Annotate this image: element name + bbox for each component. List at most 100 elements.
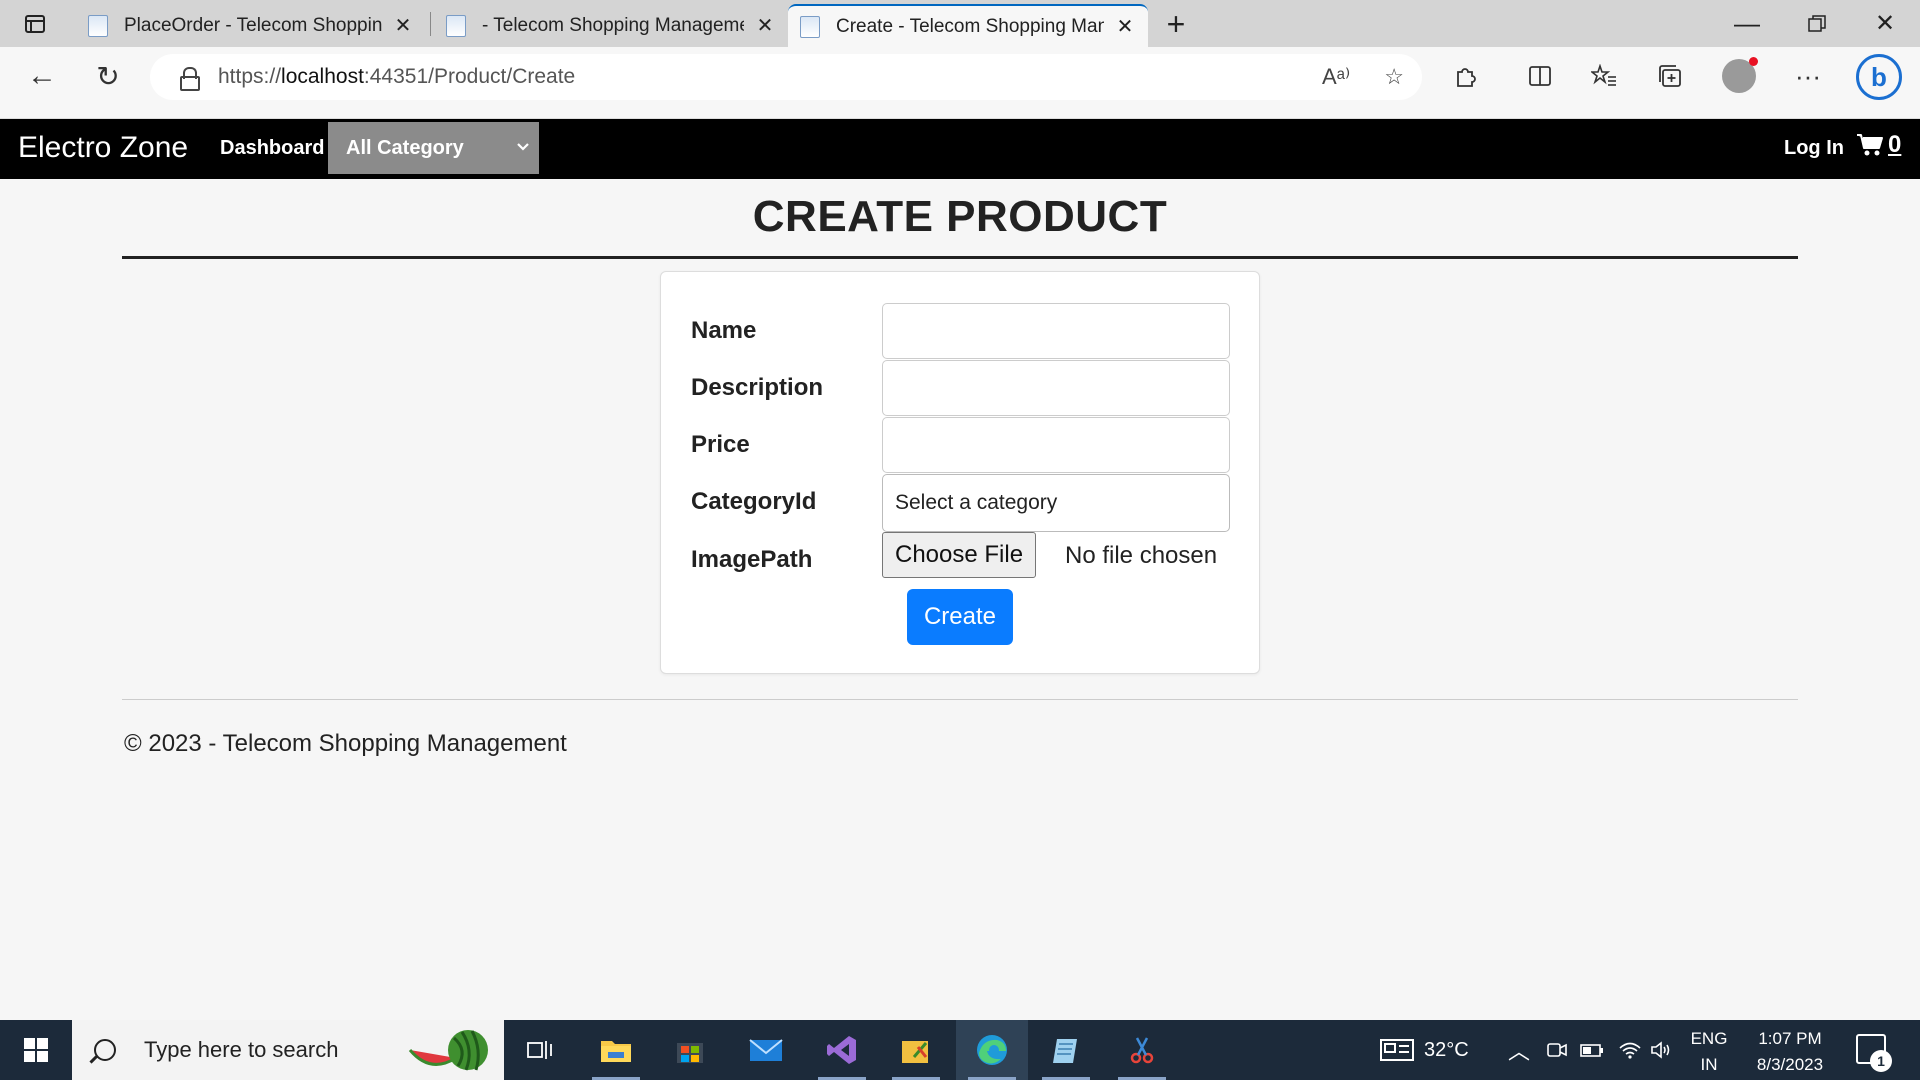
volume-tray[interactable] <box>1650 1020 1674 1080</box>
weather-temperature: 32°C <box>1424 1038 1469 1061</box>
clock-date: 8/3/2023 <box>1756 1055 1824 1074</box>
footer-divider <box>122 699 1798 700</box>
system-clock[interactable]: 1:07 PM 8/3/2023 <box>1750 1026 1830 1078</box>
close-window-button[interactable]: ✕ <box>1850 0 1920 47</box>
form-row-imagepath: ImagePath Choose File No file chosen <box>691 532 1231 588</box>
cart-count: 0 <box>1888 131 1902 158</box>
imagepath-label: ImagePath <box>691 546 813 573</box>
weather-news-icon <box>1380 1039 1414 1061</box>
categoryid-select-value: Select a category <box>895 491 1058 514</box>
lock-icon[interactable] <box>180 67 200 91</box>
description-label: Description <box>691 374 824 401</box>
windows-taskbar: Type here to search 32°C ︿ ENG IN 1:07 P… <box>0 1020 1920 1080</box>
site-navbar: Electro Zone Dashboard All Category Log … <box>0 119 1920 179</box>
back-button[interactable]: ← <box>18 47 66 105</box>
input-language[interactable]: ENG IN <box>1686 1026 1732 1078</box>
split-screen-button[interactable] <box>1516 47 1564 105</box>
meet-now-tray[interactable] <box>1546 1020 1568 1080</box>
login-link[interactable]: Log In <box>1784 137 1844 160</box>
read-aloud-icon[interactable]: Aᵃ⁾ <box>1322 64 1350 90</box>
wifi-tray[interactable] <box>1618 1020 1642 1080</box>
address-bar-actions: Aᵃ⁾ ☆ <box>1322 54 1404 100</box>
weather-widget[interactable]: 32°C <box>1380 1020 1469 1080</box>
ellipsis-icon: ··· <box>1795 60 1821 91</box>
tab-title: PlaceOrder - Telecom Shopping Management <box>124 14 382 36</box>
category-select[interactable]: All Category <box>328 122 539 174</box>
url-path: :44351/Product/Create <box>363 65 576 88</box>
extensions-button[interactable] <box>1442 47 1490 105</box>
cart-link[interactable]: 0 <box>1856 131 1901 159</box>
more-options-button[interactable]: ··· <box>1784 47 1832 105</box>
file-explorer-app[interactable] <box>580 1020 652 1080</box>
file-status: No file chosen <box>1065 542 1218 569</box>
close-icon[interactable]: ✕ <box>392 13 414 38</box>
tab-actions-button[interactable] <box>0 0 70 47</box>
tab-placeorder[interactable]: PlaceOrder - Telecom Shopping Management… <box>76 4 426 47</box>
taskbar-search[interactable]: Type here to search <box>72 1020 504 1080</box>
tab-actions-icon <box>25 14 45 33</box>
task-view-button[interactable] <box>504 1020 576 1080</box>
new-tab-button[interactable]: + <box>1156 4 1196 44</box>
plus-icon: + <box>1166 5 1186 42</box>
tab-separator <box>430 12 431 36</box>
mail-icon <box>749 1039 783 1061</box>
notepad-app[interactable] <box>1030 1020 1102 1080</box>
minimize-icon: — <box>1734 8 1760 38</box>
watermelon-icon <box>408 1030 488 1071</box>
name-input[interactable] <box>882 303 1230 359</box>
windows-logo-icon <box>24 1038 48 1062</box>
start-button[interactable] <box>0 1020 72 1080</box>
bing-chat-icon[interactable]: b <box>1856 54 1902 100</box>
visual-studio-icon <box>827 1036 856 1064</box>
folder-icon <box>601 1041 631 1062</box>
minimize-button[interactable]: — <box>1712 0 1782 47</box>
close-icon[interactable]: ✕ <box>1114 14 1136 39</box>
edge-browser-app[interactable] <box>956 1020 1028 1080</box>
form-row-description: Description <box>691 360 1231 416</box>
refresh-button[interactable]: ↻ <box>84 47 132 105</box>
create-product-form: Name Description Price CategoryId Select… <box>660 271 1260 674</box>
show-hidden-icons[interactable]: ︿ <box>1508 1020 1530 1080</box>
url-host: localhost <box>281 65 364 88</box>
close-icon[interactable]: ✕ <box>754 13 776 38</box>
chevron-up-icon: ︿ <box>1508 1039 1531 1064</box>
favorites-button[interactable] <box>1580 47 1628 105</box>
speaker-icon <box>1651 1041 1670 1059</box>
tab-telecom[interactable]: - Telecom Shopping Management ✕ <box>434 4 788 47</box>
profile-avatar[interactable] <box>1722 57 1758 93</box>
create-button[interactable]: Create <box>907 589 1013 645</box>
page-icon <box>800 15 820 38</box>
categoryid-select[interactable]: Select a category <box>882 474 1230 532</box>
restore-button[interactable] <box>1782 0 1852 47</box>
microsoft-store-app[interactable] <box>654 1020 726 1080</box>
favorite-star-icon[interactable]: ☆ <box>1384 64 1404 90</box>
name-label: Name <box>691 317 757 344</box>
price-input[interactable] <box>882 417 1230 473</box>
mail-app[interactable] <box>730 1020 802 1080</box>
restore-icon <box>1808 14 1826 32</box>
favorites-list-icon <box>1591 64 1616 86</box>
close-icon: ✕ <box>1874 10 1896 37</box>
address-bar[interactable]: https://localhost:44351/Product/Create A… <box>150 54 1422 100</box>
collections-button[interactable] <box>1646 47 1694 105</box>
camera-icon <box>1547 1043 1567 1057</box>
brand-link[interactable]: Electro Zone <box>18 131 188 165</box>
collections-icon <box>1659 65 1681 87</box>
task-view-icon <box>527 1041 552 1059</box>
tools-folder-icon <box>902 1041 928 1063</box>
search-icon <box>94 1039 116 1061</box>
visual-studio-app[interactable] <box>806 1020 878 1080</box>
tab-create-active[interactable]: Create - Telecom Shopping Management ✕ <box>788 4 1148 47</box>
snipping-tool-app[interactable] <box>1106 1020 1178 1080</box>
tab-title: Create - Telecom Shopping Management <box>836 15 1104 37</box>
choose-file-button[interactable]: Choose File <box>882 532 1037 578</box>
store-icon <box>677 1043 703 1063</box>
nav-link-dashboard[interactable]: Dashboard <box>220 137 324 160</box>
edge-icon <box>977 1035 1007 1065</box>
url-scheme: https:// <box>218 65 282 88</box>
description-input[interactable] <box>882 360 1230 416</box>
form-row-name: Name <box>691 303 1231 359</box>
notepad-icon <box>1053 1039 1077 1063</box>
battery-tray[interactable] <box>1578 1020 1604 1080</box>
sticky-tools-app[interactable] <box>880 1020 952 1080</box>
